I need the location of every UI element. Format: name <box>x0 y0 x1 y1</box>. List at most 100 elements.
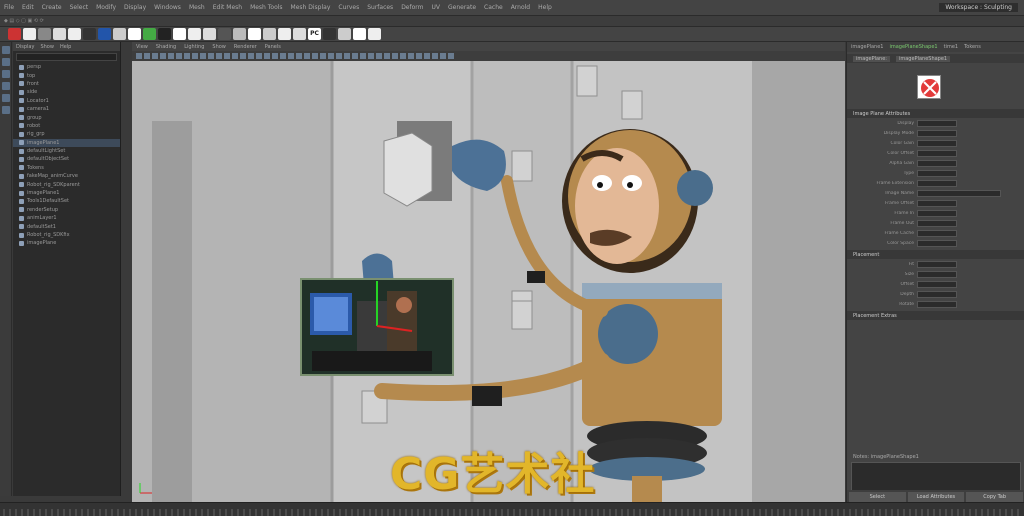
viewport-tool-icon[interactable] <box>344 53 350 59</box>
menu-item[interactable]: Mesh Display <box>291 4 331 11</box>
outliner-item[interactable]: defaultSet1 <box>13 222 120 230</box>
ae-button[interactable]: Load Attributes <box>907 492 965 502</box>
viewport-tool-icon[interactable] <box>368 53 374 59</box>
shelf-pc-icon[interactable]: PC <box>308 28 321 40</box>
viewport-tool-icon[interactable] <box>288 53 294 59</box>
attribute-field[interactable] <box>917 270 957 278</box>
attribute-field[interactable] <box>917 119 957 127</box>
attribute-field[interactable] <box>917 199 957 207</box>
viewport-tool-icon[interactable] <box>448 53 454 59</box>
viewport-tool-icon[interactable] <box>440 53 446 59</box>
ae-subtab[interactable]: imagePlane: <box>853 55 890 62</box>
shelf-tool-icon[interactable] <box>83 28 96 40</box>
shelf-tool-icon[interactable] <box>98 28 111 40</box>
menu-item[interactable]: Edit Mesh <box>213 4 242 11</box>
outliner-item[interactable]: front <box>13 80 120 88</box>
attribute-field[interactable] <box>917 260 957 268</box>
outliner-search-input[interactable] <box>16 53 117 61</box>
shelf-tool-icon[interactable] <box>218 28 231 40</box>
viewport-tool-icon[interactable] <box>176 53 182 59</box>
move-tool-icon[interactable] <box>1 82 10 90</box>
shelf-tool-icon[interactable] <box>278 28 291 40</box>
viewport-tool-icon[interactable] <box>152 53 158 59</box>
outliner-item[interactable]: Tokens <box>13 164 120 172</box>
outliner-item[interactable]: robot <box>13 122 120 130</box>
shelf-tool-icon[interactable] <box>38 28 51 40</box>
viewport-menu-item[interactable]: Renderer <box>234 44 257 50</box>
menu-item[interactable]: Display <box>124 4 146 11</box>
menu-item[interactable]: UV <box>432 4 441 11</box>
viewport-tool-icon[interactable] <box>304 53 310 59</box>
viewport-tool-icon[interactable] <box>208 53 214 59</box>
shelf-tool-icon[interactable] <box>53 28 66 40</box>
viewport-tool-icon[interactable] <box>240 53 246 59</box>
shelf-tool-icon[interactable] <box>188 28 201 40</box>
outliner-item[interactable]: Tools1DefaultSet <box>13 197 120 205</box>
viewport-tool-icon[interactable] <box>160 53 166 59</box>
outliner-item[interactable]: imagePlane1 <box>13 138 120 147</box>
shelf-tool-icon[interactable] <box>8 28 21 40</box>
shelf-tool-icon[interactable] <box>323 28 336 40</box>
outliner-item[interactable]: defaultObjectSet <box>13 155 120 163</box>
viewport-3d[interactable] <box>132 61 845 502</box>
viewport-menu-item[interactable]: Show <box>212 44 226 50</box>
paint-tool-icon[interactable] <box>1 70 10 78</box>
viewport-tool-icon[interactable] <box>232 53 238 59</box>
section-image-plane-attributes[interactable]: Image Plane Attributes <box>847 109 1024 118</box>
ae-tab[interactable]: time1 <box>944 44 958 50</box>
ae-tab[interactable]: Tokens <box>964 44 981 50</box>
menu-item[interactable]: Arnold <box>511 4 530 11</box>
viewport-tool-icon[interactable] <box>144 53 150 59</box>
viewport-tool-icon[interactable] <box>328 53 334 59</box>
menu-item[interactable]: Create <box>42 4 62 11</box>
outliner-item[interactable]: Locator1 <box>13 97 120 105</box>
ae-tab[interactable]: imagePlane1 <box>851 44 883 50</box>
shelf-tool-icon[interactable] <box>203 28 216 40</box>
viewport-tool-icon[interactable] <box>384 53 390 59</box>
outliner-menu-item[interactable]: Display <box>16 44 34 50</box>
attribute-field[interactable] <box>917 159 957 167</box>
menu-item[interactable]: Deform <box>401 4 423 11</box>
workspace-select[interactable]: Workspace : Sculpting <box>939 3 1018 12</box>
attribute-field[interactable] <box>917 300 957 308</box>
shelf-tool-icon[interactable] <box>368 28 381 40</box>
outliner-item[interactable]: fakeMap_animCurve <box>13 172 120 180</box>
outliner-menu-item[interactable]: Show <box>40 44 54 50</box>
timeline[interactable] <box>0 502 1024 516</box>
outliner-item[interactable]: Robot_rig_SDKparent <box>13 180 120 188</box>
viewport-tool-icon[interactable] <box>272 53 278 59</box>
viewport-tool-icon[interactable] <box>336 53 342 59</box>
viewport-tool-icon[interactable] <box>216 53 222 59</box>
viewport-tool-icon[interactable] <box>248 53 254 59</box>
viewport-tool-icon[interactable] <box>296 53 302 59</box>
ae-button[interactable]: Copy Tab <box>966 492 1024 502</box>
attribute-field[interactable] <box>917 139 957 147</box>
viewport-tool-icon[interactable] <box>376 53 382 59</box>
viewport-tool-icon[interactable] <box>184 53 190 59</box>
viewport-menu-item[interactable]: Shading <box>156 44 176 50</box>
attribute-field[interactable] <box>917 189 1001 197</box>
attribute-field[interactable] <box>917 129 957 137</box>
shelf-tool-icon[interactable] <box>338 28 351 40</box>
attribute-field[interactable] <box>917 149 957 157</box>
viewport-tool-icon[interactable] <box>400 53 406 59</box>
attribute-field[interactable] <box>917 239 957 247</box>
outliner-item[interactable]: renderSetup <box>13 206 120 214</box>
scale-tool-icon[interactable] <box>1 106 10 114</box>
menu-item[interactable]: Windows <box>154 4 181 11</box>
outliner-menu-item[interactable]: Help <box>60 44 71 50</box>
viewport-tool-icon[interactable] <box>280 53 286 59</box>
attribute-field[interactable] <box>917 229 957 237</box>
viewport-tool-icon[interactable] <box>200 53 206 59</box>
viewport-tool-icon[interactable] <box>192 53 198 59</box>
outliner-item[interactable]: imagePlane1 <box>13 189 120 197</box>
ae-tab[interactable]: imagePlaneShape1 <box>889 44 937 50</box>
outliner-item[interactable]: persp <box>13 63 120 71</box>
menu-item[interactable]: Modify <box>96 4 116 11</box>
menu-item[interactable]: Curves <box>338 4 359 11</box>
shelf-tool-icon[interactable] <box>353 28 366 40</box>
section-placement[interactable]: Placement <box>847 250 1024 259</box>
viewport-tool-icon[interactable] <box>256 53 262 59</box>
menu-item[interactable]: Cache <box>484 4 503 11</box>
attribute-field[interactable] <box>917 280 957 288</box>
